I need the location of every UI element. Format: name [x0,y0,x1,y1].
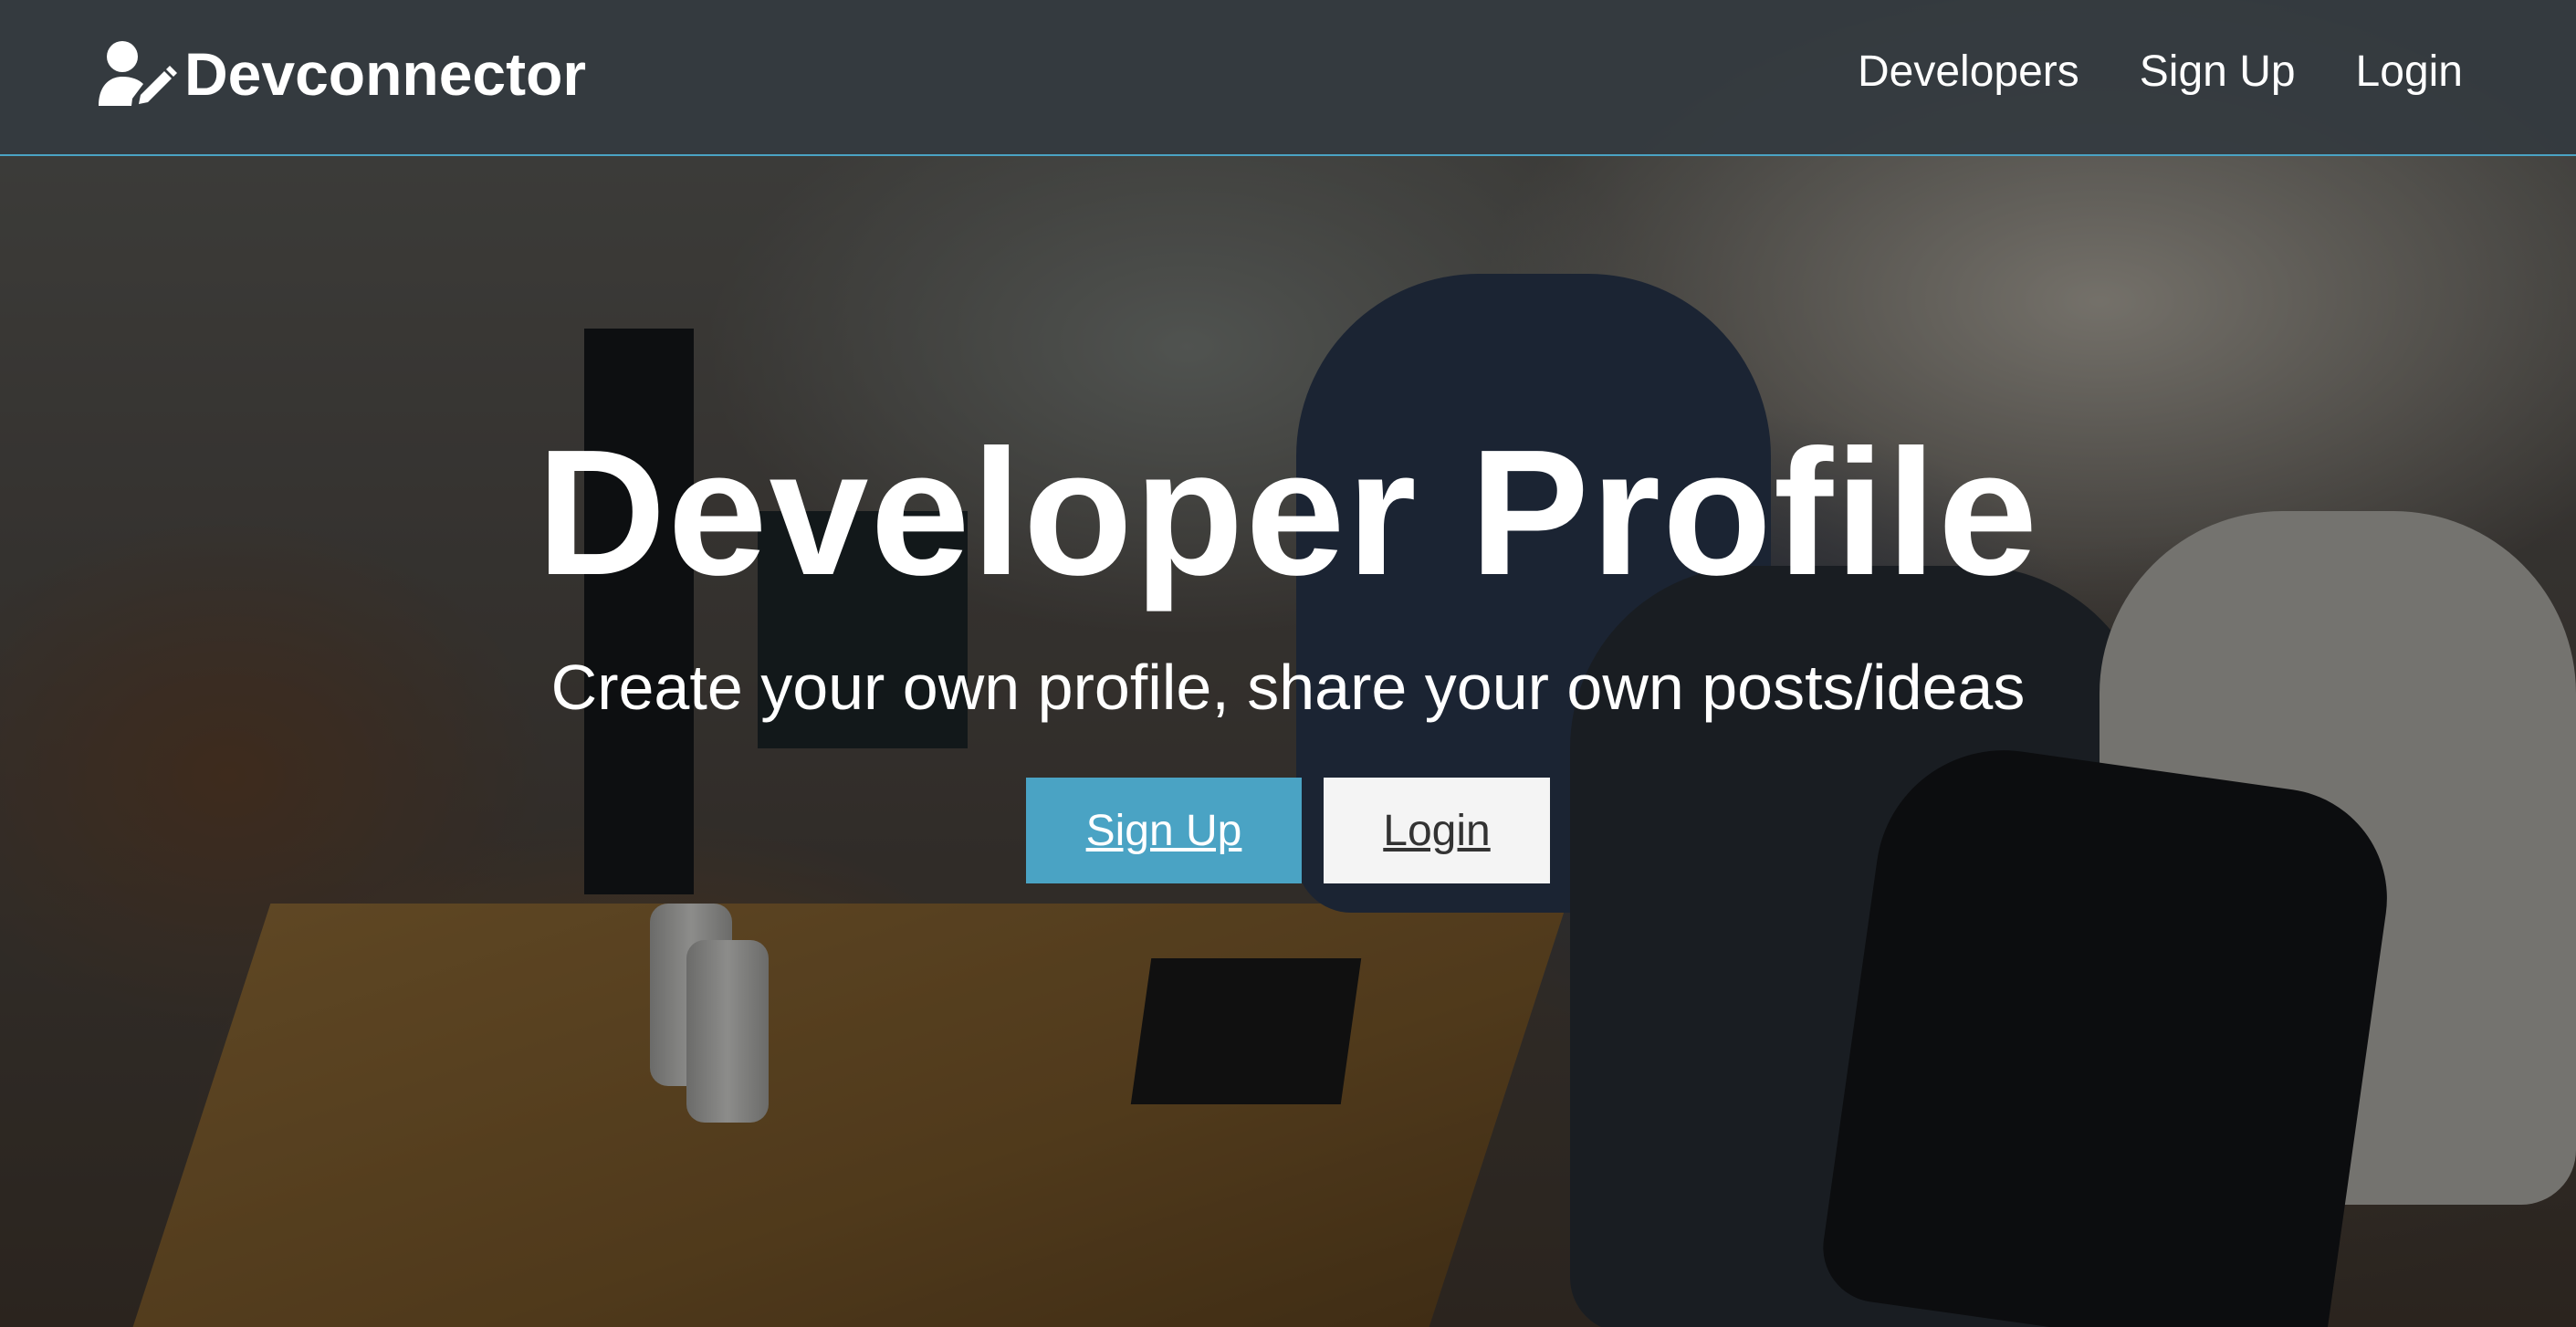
user-code-icon [99,41,177,106]
hero-subtitle: Create your own profile, share your own … [550,652,2026,723]
nav-links: Developers Sign Up Login [1858,38,2463,104]
hero-buttons: Sign Up Login [0,778,2576,883]
nav-signup-link[interactable]: Sign Up [2140,47,2296,97]
hero-title: Developer Profile [536,413,2040,612]
nav-developers-link[interactable]: Developers [1858,47,2079,97]
landing-hero: Developer Profile Create your own profil… [0,413,2576,883]
brand-link[interactable]: Devconnector [95,33,586,115]
signup-button[interactable]: Sign Up [1026,778,1302,883]
navbar: Devconnector Developers Sign Up Login [0,0,2576,156]
brand-name: Devconnector [184,40,587,108]
nav-login-link[interactable]: Login [2356,47,2463,97]
login-button[interactable]: Login [1324,778,1550,883]
